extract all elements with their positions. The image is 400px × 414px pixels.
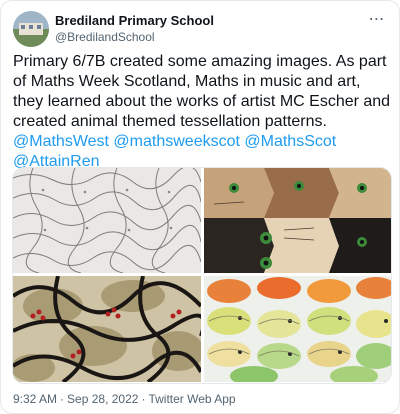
cat-tessellation-image — [204, 168, 391, 273]
fish-tessellation-image — [204, 276, 391, 382]
bird-tessellation-image — [13, 276, 201, 382]
separator: · — [60, 392, 65, 406]
media-grid — [12, 167, 392, 384]
tweet-source[interactable]: Twitter Web App — [148, 392, 235, 406]
more-horizontal-icon[interactable]: ⋯ — [365, 9, 389, 29]
tweet-time[interactable]: 9:32 AM — [13, 392, 57, 406]
media-image-1[interactable] — [13, 168, 201, 273]
account-handle[interactable]: @BredilandSchool — [55, 30, 155, 44]
mention-mathsscot[interactable]: @MathsScot — [244, 133, 336, 150]
pencil-sketch-image — [13, 168, 201, 273]
tweet-body: Primary 6/7B created some amazing images… — [13, 52, 393, 172]
media-image-3[interactable] — [13, 276, 201, 382]
account-name[interactable]: Brediland Primary School — [55, 13, 214, 28]
separator: · — [141, 392, 146, 406]
mention-mathswest[interactable]: @MathsWest — [13, 133, 109, 150]
tweet-text: Primary 6/7B created some amazing images… — [13, 53, 391, 130]
tweet-meta: 9:32 AM · Sep 28, 2022 · Twitter Web App — [13, 392, 236, 406]
media-image-2[interactable] — [204, 168, 391, 273]
mention-mathsweekscot[interactable]: @mathsweekscot — [113, 133, 240, 150]
media-image-4[interactable] — [204, 276, 391, 382]
tweet-header: Brediland Primary School @BredilandSchoo… — [13, 11, 389, 47]
tweet-card: Brediland Primary School @BredilandSchoo… — [0, 0, 400, 414]
avatar[interactable] — [13, 11, 49, 47]
tweet-date[interactable]: Sep 28, 2022 — [67, 392, 138, 406]
school-photo-icon — [13, 11, 49, 47]
